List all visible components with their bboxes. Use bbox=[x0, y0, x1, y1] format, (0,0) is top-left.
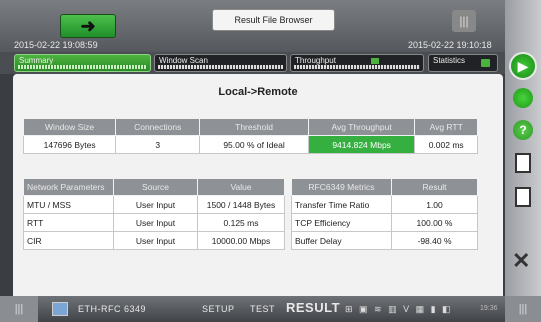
avg-throughput-value: 9414.824 Mbps bbox=[307, 135, 416, 154]
column-header: Value bbox=[197, 178, 285, 196]
status-dot-icon bbox=[481, 59, 490, 67]
direction-title: Local->Remote bbox=[218, 86, 298, 98]
param-source: User Input bbox=[113, 231, 198, 250]
result-button[interactable]: RESULT bbox=[286, 300, 340, 315]
metric-name: Transfer Time Ratio bbox=[291, 195, 392, 214]
param-source: User Input bbox=[113, 213, 198, 232]
rfc6349-metrics-table: RFC6349 Metrics Result Transfer Time Rat… bbox=[291, 178, 478, 250]
status-button[interactable] bbox=[513, 88, 533, 108]
tab-summary[interactable]: Summary bbox=[14, 54, 151, 72]
param-name: CIR bbox=[23, 231, 114, 250]
bottom-grip-icon[interactable]: ||| bbox=[0, 296, 38, 322]
end-timestamp: 2015-02-22 19:10:18 bbox=[408, 40, 492, 50]
table-row: CIR User Input 10000.00 Mbps bbox=[23, 231, 285, 250]
start-timestamp: 2015-02-22 19:08:59 bbox=[14, 40, 98, 50]
table-row: TCP Efficiency 100.00 % bbox=[291, 213, 478, 232]
param-source: User Input bbox=[113, 195, 198, 214]
report-icon[interactable] bbox=[515, 153, 531, 173]
avg-rtt-value: 0.002 ms bbox=[414, 135, 478, 154]
tab-label: Throughput bbox=[295, 56, 336, 65]
connections-value: 3 bbox=[115, 135, 201, 154]
arrow-right-icon: ➜ bbox=[80, 16, 96, 36]
summary-panel: Local->Remote Window Size Connections Th… bbox=[13, 74, 503, 296]
status-icons: ⊞ ▣ ≋ ▥ V ▦ ▮ ◧ bbox=[345, 304, 453, 314]
menu-grip-icon[interactable]: ||| bbox=[452, 10, 476, 32]
threshold-value: 95.00 % of Ideal bbox=[199, 135, 309, 154]
column-header: Avg RTT bbox=[414, 118, 478, 136]
summary-table: Window Size Connections Threshold Avg Th… bbox=[22, 118, 478, 154]
help-icon[interactable]: ? bbox=[513, 120, 533, 140]
corner-grip-icon[interactable]: ||| bbox=[505, 296, 541, 322]
arrow-right-button[interactable]: ➜ bbox=[60, 14, 116, 38]
metric-result: 100.00 % bbox=[391, 213, 478, 232]
column-header: Source bbox=[113, 178, 198, 196]
column-header: Threshold bbox=[199, 118, 309, 136]
column-header: Window Size bbox=[22, 118, 117, 136]
close-icon[interactable]: ✕ bbox=[512, 248, 530, 274]
metric-name: Buffer Delay bbox=[291, 231, 392, 250]
table-row: RTT User Input 0.125 ms bbox=[23, 213, 285, 232]
tab-strip: Summary Window Scan Throughput Statistic… bbox=[0, 52, 505, 74]
tab-label: Statistics bbox=[433, 56, 466, 65]
tab-label: Window Scan bbox=[159, 56, 208, 65]
metric-result: -98.40 % bbox=[391, 231, 478, 250]
table-row: Buffer Delay -98.40 % bbox=[291, 231, 478, 250]
network-parameters-table: Network Parameters Source Value MTU / MS… bbox=[23, 178, 285, 250]
bottom-bar: ||| ETH-RFC 6349 SETUP TEST RESULT ⊞ ▣ ≋… bbox=[0, 296, 505, 322]
column-header: Network Parameters bbox=[23, 178, 114, 196]
tab-window-scan[interactable]: Window Scan bbox=[154, 54, 287, 72]
column-header: Avg Throughput bbox=[307, 118, 416, 136]
clock: 19:36 bbox=[480, 305, 498, 312]
param-value: 0.125 ms bbox=[197, 213, 285, 232]
table-row: Transfer Time Ratio 1.00 bbox=[291, 195, 478, 214]
table-row: 147696 Bytes 3 95.00 % of Ideal 9414.824… bbox=[22, 135, 478, 154]
param-name: RTT bbox=[23, 213, 114, 232]
column-header: RFC6349 Metrics bbox=[291, 178, 392, 196]
led-strip-icon bbox=[158, 65, 283, 69]
module-icon bbox=[52, 302, 68, 316]
window-size-value: 147696 Bytes bbox=[22, 135, 117, 154]
side-panel: ▶ ? ✕ bbox=[505, 0, 541, 322]
product-name: ETH-RFC 6349 bbox=[78, 304, 147, 314]
tab-statistics[interactable]: Statistics bbox=[428, 54, 498, 72]
column-header: Connections bbox=[115, 118, 201, 136]
window-title[interactable]: Result File Browser bbox=[212, 9, 335, 31]
led-strip-icon bbox=[18, 65, 147, 69]
param-value: 10000.00 Mbps bbox=[197, 231, 285, 250]
setup-button[interactable]: SETUP bbox=[202, 304, 235, 314]
param-name: MTU / MSS bbox=[23, 195, 114, 214]
metric-name: TCP Efficiency bbox=[291, 213, 392, 232]
metric-result: 1.00 bbox=[391, 195, 478, 214]
status-dot-icon bbox=[371, 58, 379, 64]
top-bar: ➜ Result File Browser 2015-02-22 19:08:5… bbox=[0, 0, 505, 52]
play-icon[interactable]: ▶ bbox=[509, 52, 537, 80]
led-strip-icon bbox=[294, 65, 420, 69]
edit-document-icon[interactable] bbox=[515, 187, 531, 207]
param-value: 1500 / 1448 Bytes bbox=[197, 195, 285, 214]
tab-label: Summary bbox=[19, 56, 54, 65]
tab-throughput[interactable]: Throughput bbox=[290, 54, 424, 72]
test-button[interactable]: TEST bbox=[250, 304, 275, 314]
table-row: MTU / MSS User Input 1500 / 1448 Bytes bbox=[23, 195, 285, 214]
column-header: Result bbox=[391, 178, 478, 196]
